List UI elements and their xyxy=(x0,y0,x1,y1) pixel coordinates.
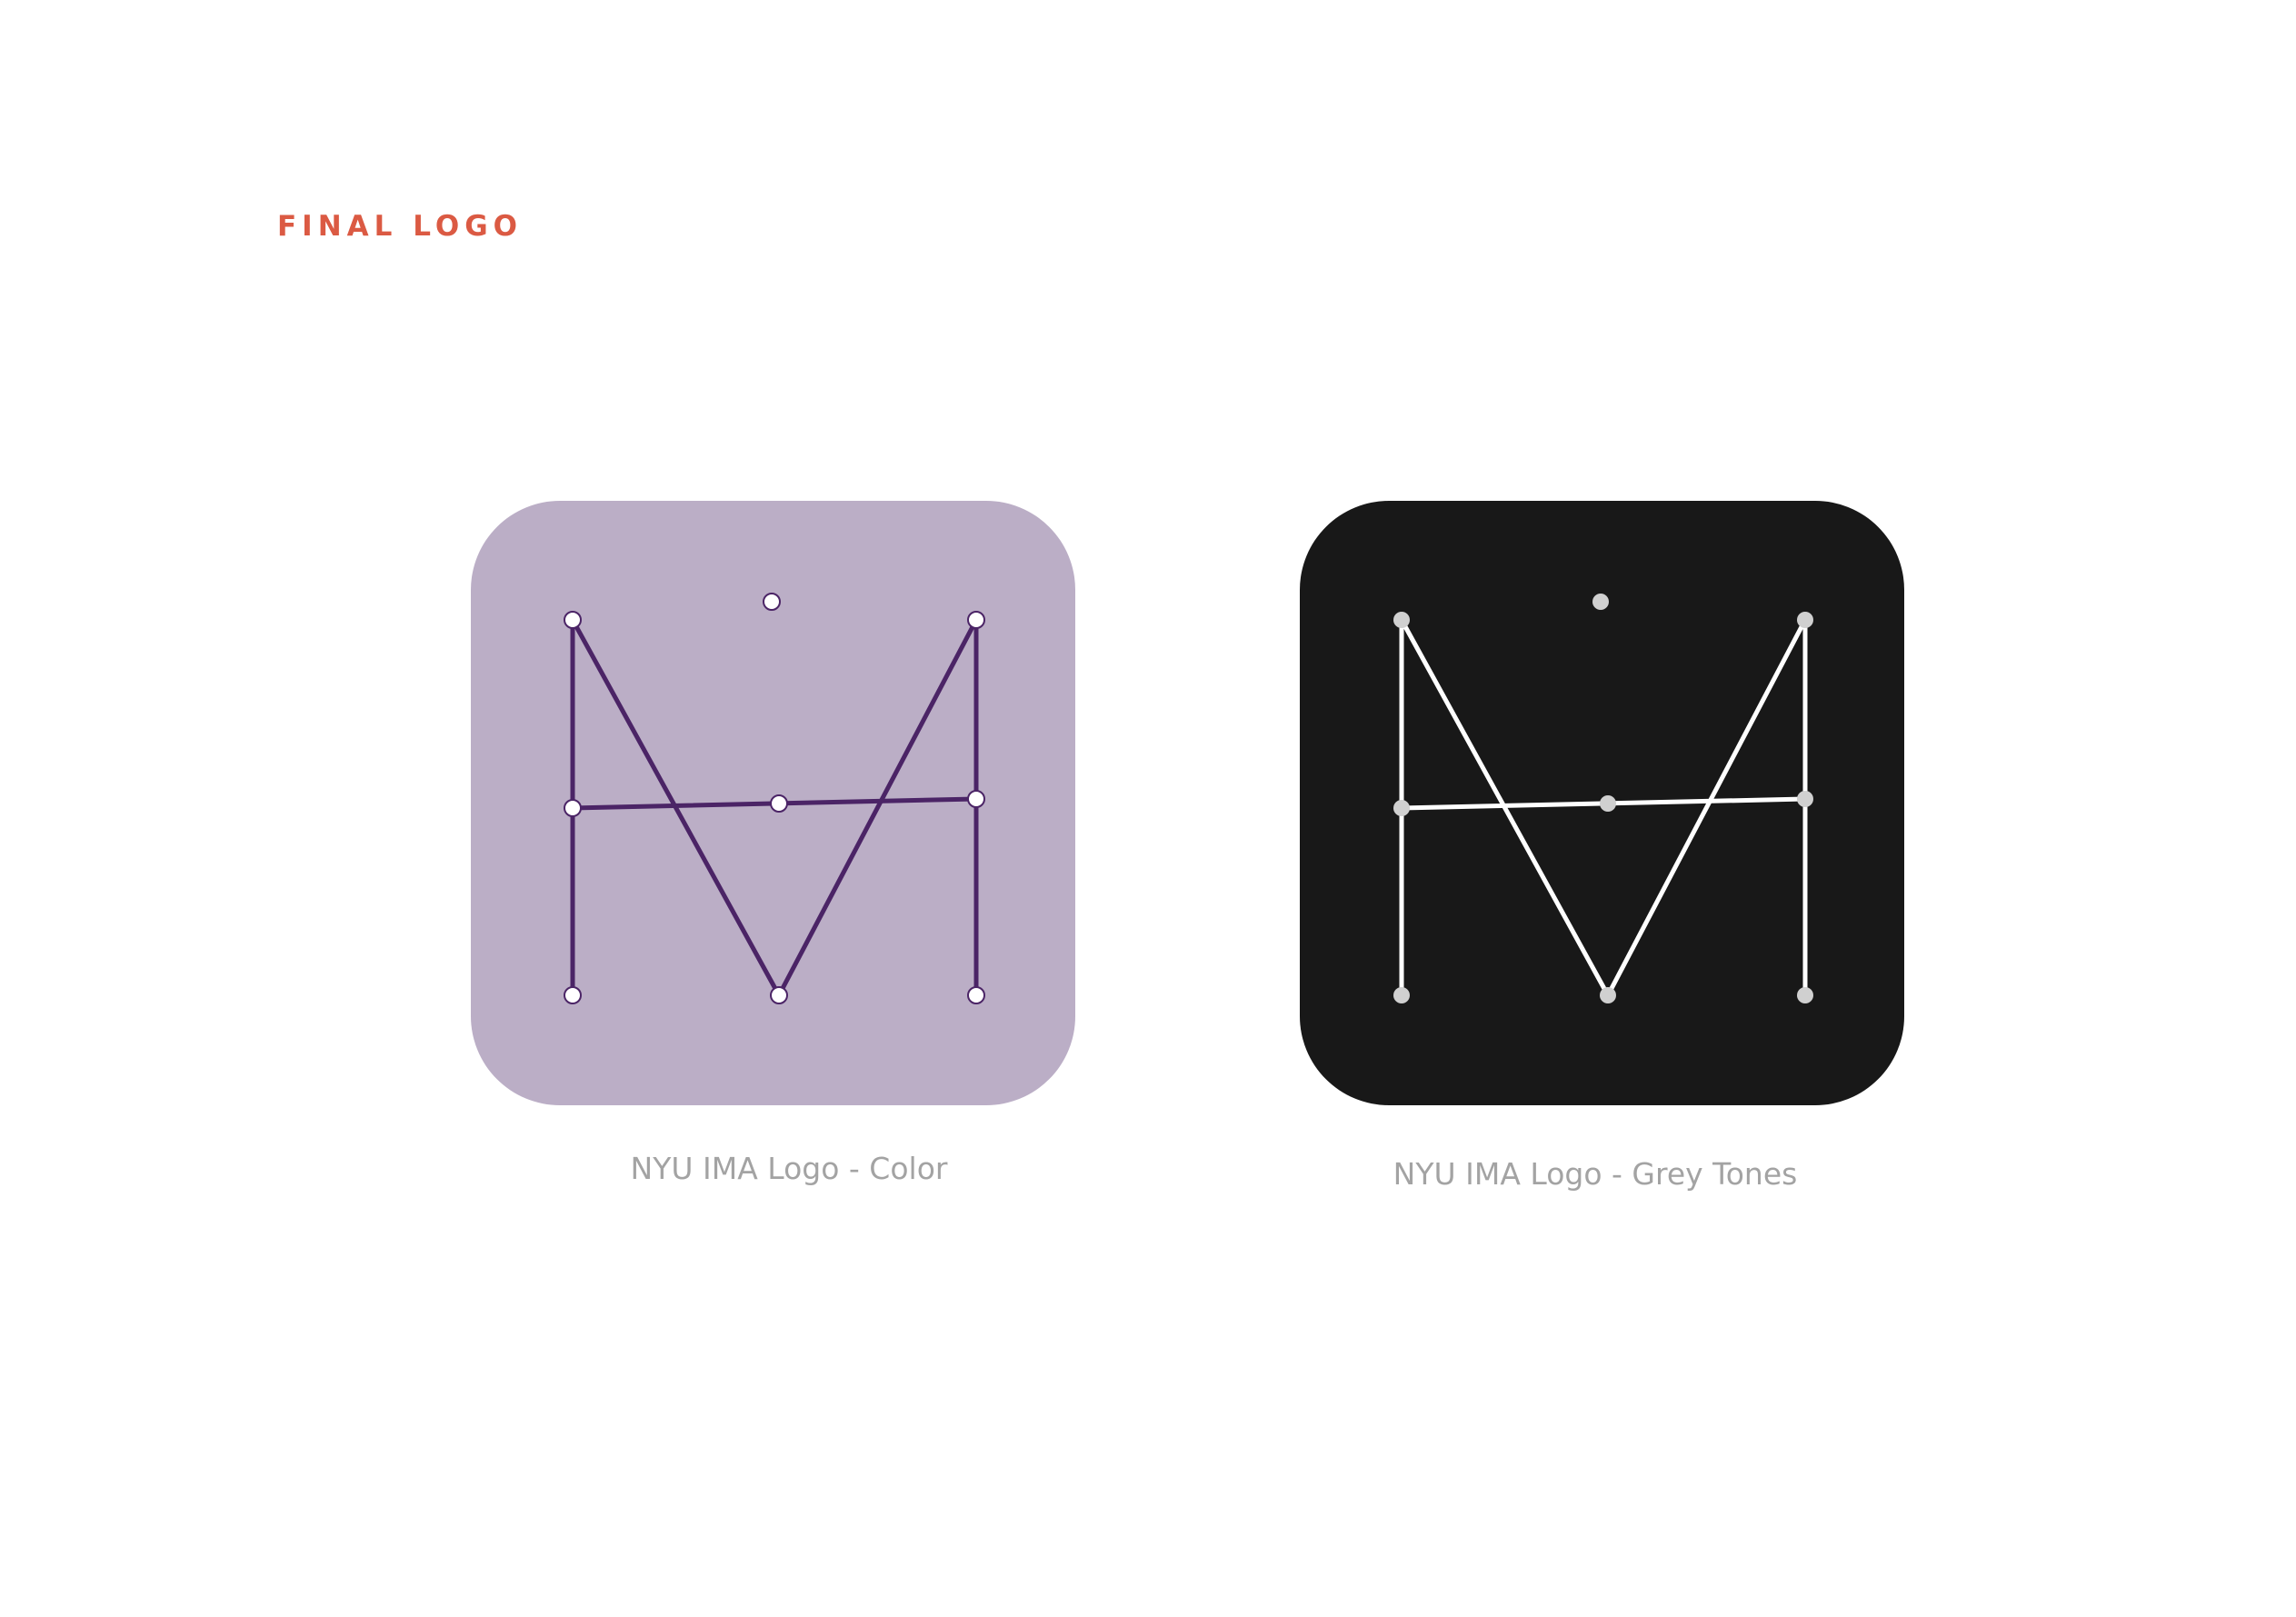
logo-dot xyxy=(770,986,788,1004)
logo-dot xyxy=(967,611,985,629)
ima-logo-color xyxy=(471,501,1075,1105)
logo-dot xyxy=(1592,594,1609,610)
logo-grey-caption: NYU IMA Logo - Grey Tones xyxy=(1393,1156,1798,1192)
logo-dot xyxy=(967,790,985,808)
logo-dot xyxy=(1797,987,1813,1003)
logo-grey-card xyxy=(1300,501,1904,1105)
logo-dot xyxy=(1797,612,1813,628)
logo-dot xyxy=(1600,795,1616,812)
section-heading: FINAL LOGO xyxy=(277,210,523,243)
logo-color-caption: NYU IMA Logo - Color xyxy=(630,1151,948,1186)
logo-dot xyxy=(1393,612,1410,628)
logo-dot xyxy=(564,799,582,817)
logo-dot xyxy=(763,593,781,611)
logo-dot xyxy=(1393,987,1410,1003)
logo-dot xyxy=(1393,800,1410,816)
logo-dot xyxy=(564,611,582,629)
logo-color-card xyxy=(471,501,1075,1105)
logo-dot xyxy=(967,986,985,1004)
logo-dot xyxy=(1600,987,1616,1003)
ima-logo-grey xyxy=(1300,501,1904,1105)
logo-dot xyxy=(564,986,582,1004)
logo-dot xyxy=(1797,791,1813,807)
logo-dot xyxy=(770,794,788,813)
